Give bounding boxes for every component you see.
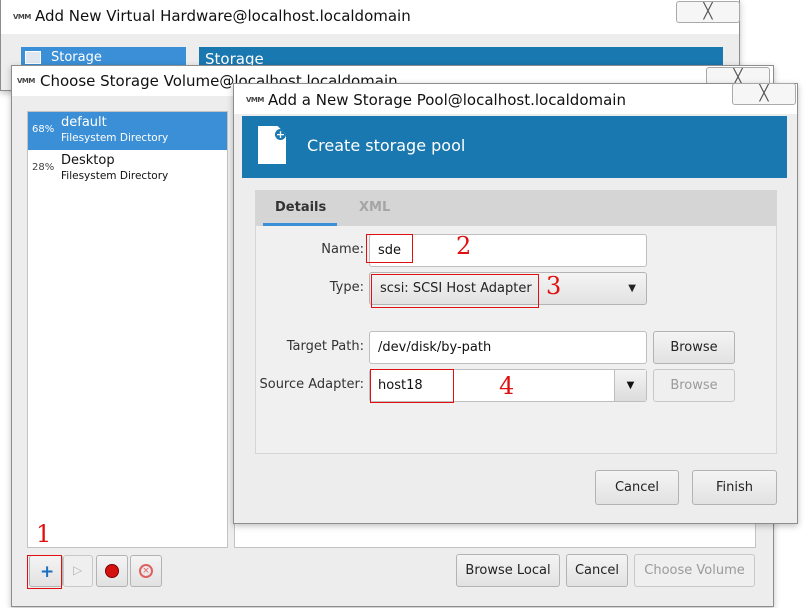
annotation-number: 4 <box>499 372 515 400</box>
annotation-box-add <box>27 555 62 589</box>
new-pool-header: + Create storage pool <box>242 116 787 178</box>
annotation-box-type <box>371 274 539 308</box>
storage-hw-icon <box>25 51 41 64</box>
add-hardware-titlebar: VMM Add New Virtual Hardware@localhost.l… <box>1 0 740 34</box>
finish-button[interactable]: Finish <box>692 470 777 505</box>
pool-list-item[interactable]: 28% Desktop Filesystem Directory <box>28 150 227 188</box>
annotation-box-source <box>370 369 454 403</box>
new-pool-close-button[interactable]: ╳ <box>732 83 796 105</box>
target-browse-label: Browse <box>670 340 718 355</box>
new-pool-header-text: Create storage pool <box>307 136 466 155</box>
finish-label: Finish <box>715 480 753 495</box>
add-hardware-sidebar-item[interactable]: Storage <box>21 47 186 67</box>
add-hardware-title: Add New Virtual Hardware@localhost.local… <box>35 7 411 25</box>
tab-details-label: Details <box>275 200 327 215</box>
source-dropdown-button[interactable]: ▼ <box>614 370 646 401</box>
add-hardware-close-button[interactable]: ╳ <box>676 1 740 23</box>
pool-usage: 28% <box>32 162 55 173</box>
annotation-number: 3 <box>546 272 562 300</box>
browse-local-button[interactable]: Browse Local <box>456 554 560 587</box>
choose-volume-button[interactable]: Choose Volume <box>634 554 755 587</box>
source-adapter-label: Source Adapter: <box>259 377 364 392</box>
start-pool-button[interactable]: ▷ <box>63 555 93 587</box>
stop-pool-button[interactable] <box>96 555 128 587</box>
dropdown-arrow-icon: ▼ <box>626 380 635 391</box>
volume-cancel-button[interactable]: Cancel <box>566 554 628 587</box>
pool-usage: 68% <box>32 124 55 135</box>
pool-type: Filesystem Directory <box>61 132 169 144</box>
play-icon: ▷ <box>73 563 83 577</box>
new-pool-titlebar: VMM Add a New Storage Pool@localhost.loc… <box>234 83 797 114</box>
delete-pool-button[interactable]: × <box>130 555 162 587</box>
tab-bar: Details XML <box>255 190 777 226</box>
target-browse-button[interactable]: Browse <box>653 331 735 364</box>
annotation-box-name <box>366 234 413 263</box>
pool-cancel-button[interactable]: Cancel <box>595 470 679 505</box>
source-browse-button[interactable]: Browse <box>653 369 735 402</box>
tab-xml[interactable]: XML <box>347 190 397 226</box>
dropdown-arrow-icon: ▼ <box>628 283 636 294</box>
pool-list-item[interactable]: 68% default Filesystem Directory <box>28 112 227 150</box>
browse-local-label: Browse Local <box>465 563 551 578</box>
pool-list: 68% default Filesystem Directory 28% Des… <box>27 111 228 548</box>
sidebar-item-label: Storage <box>51 50 102 65</box>
pool-type: Filesystem Directory <box>61 170 169 182</box>
type-label: Type: <box>329 280 364 295</box>
source-browse-label: Browse <box>670 378 718 393</box>
close-icon: ╳ <box>759 84 769 102</box>
pool-cancel-label: Cancel <box>614 480 660 495</box>
pool-name: Desktop <box>61 153 115 168</box>
choose-volume-label: Choose Volume <box>644 563 745 578</box>
tab-xml-label: XML <box>359 200 391 215</box>
pool-name: default <box>61 115 107 130</box>
annotation-number: 2 <box>456 232 472 260</box>
target-path-value: /dev/disk/by-path <box>378 340 492 355</box>
close-icon: ╳ <box>703 2 713 20</box>
virt-manager-icon: VMM <box>246 96 264 104</box>
volume-cancel-label: Cancel <box>574 563 620 578</box>
virt-manager-icon: VMM <box>17 77 35 85</box>
annotation-number: 1 <box>36 520 52 548</box>
new-pool-title: Add a New Storage Pool@localhost.localdo… <box>268 91 626 109</box>
name-label: Name: <box>321 242 364 257</box>
target-path-field[interactable]: /dev/disk/by-path <box>369 331 647 364</box>
delete-icon: × <box>139 564 153 578</box>
new-document-icon: + <box>258 126 286 164</box>
virt-manager-icon: VMM <box>13 13 31 21</box>
target-path-label: Target Path: <box>286 339 364 354</box>
tab-details[interactable]: Details <box>263 190 337 226</box>
stop-record-icon <box>105 564 119 578</box>
